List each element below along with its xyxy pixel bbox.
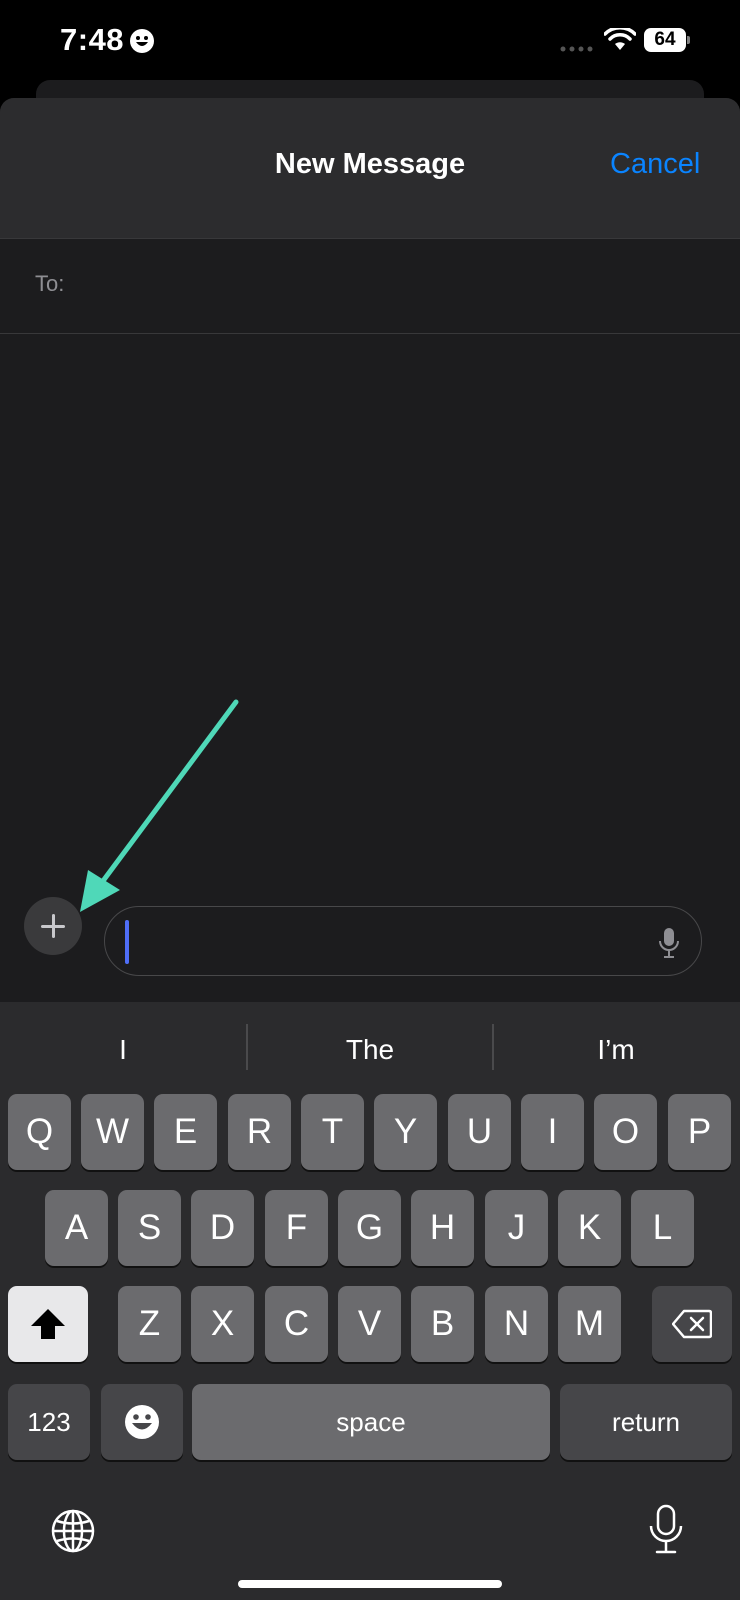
recipient-field[interactable]: To: — [0, 238, 740, 334]
key-s[interactable]: S — [118, 1190, 181, 1266]
key-h[interactable]: H — [411, 1190, 474, 1266]
key-k[interactable]: K — [558, 1190, 621, 1266]
cancel-button[interactable]: Cancel — [610, 148, 700, 181]
key-t[interactable]: T — [301, 1094, 364, 1170]
keyboard: I The I’m Q W E R T Y U I O P A S D F G … — [0, 1002, 740, 1600]
shift-key[interactable] — [8, 1286, 88, 1362]
wifi-icon — [604, 28, 636, 50]
key-p[interactable]: P — [668, 1094, 731, 1170]
battery-level: 64 — [654, 29, 676, 50]
key-d[interactable]: D — [191, 1190, 254, 1266]
key-j[interactable]: J — [485, 1190, 548, 1266]
suggestion-3[interactable]: I’m — [493, 1024, 739, 1084]
key-z[interactable]: Z — [118, 1286, 181, 1362]
return-key[interactable]: return — [560, 1384, 732, 1460]
suggestion-1[interactable]: I — [0, 1024, 246, 1084]
key-l[interactable]: L — [631, 1190, 694, 1266]
to-label: To: — [35, 271, 65, 296]
key-q[interactable]: Q — [8, 1094, 71, 1170]
key-n[interactable]: N — [485, 1286, 548, 1362]
key-u[interactable]: U — [448, 1094, 511, 1170]
dictation-mic-icon[interactable] — [657, 927, 681, 959]
add-attachment-button[interactable] — [24, 897, 82, 955]
cellular-signal-icon — [560, 46, 593, 52]
delete-key[interactable] — [652, 1286, 732, 1362]
key-m[interactable]: M — [558, 1286, 621, 1362]
home-indicator — [238, 1580, 502, 1588]
key-f[interactable]: F — [265, 1190, 328, 1266]
annotation-arrow-icon — [80, 699, 239, 912]
keyboard-dictation-mic-icon[interactable] — [648, 1504, 684, 1556]
suggestion-2[interactable]: The — [247, 1024, 493, 1084]
shift-arrow-icon — [31, 1309, 65, 1339]
globe-icon[interactable] — [50, 1508, 96, 1554]
space-key[interactable]: space — [192, 1384, 550, 1460]
key-c[interactable]: C — [265, 1286, 328, 1362]
key-r[interactable]: R — [228, 1094, 291, 1170]
emoji-icon — [125, 1405, 159, 1439]
battery-indicator: 64 — [644, 28, 690, 52]
key-y[interactable]: Y — [374, 1094, 437, 1170]
key-x[interactable]: X — [191, 1286, 254, 1362]
key-a[interactable]: A — [45, 1190, 108, 1266]
key-g[interactable]: G — [338, 1190, 401, 1266]
smiley-icon — [130, 29, 154, 53]
emoji-key[interactable] — [101, 1384, 183, 1460]
text-caret — [125, 920, 129, 964]
key-i[interactable]: I — [521, 1094, 584, 1170]
key-v[interactable]: V — [338, 1286, 401, 1362]
navigation-bar: New Message Cancel — [0, 98, 740, 238]
status-time: 7:48 — [60, 22, 125, 57]
key-w[interactable]: W — [81, 1094, 144, 1170]
key-e[interactable]: E — [154, 1094, 217, 1170]
backspace-icon — [672, 1309, 712, 1339]
key-b[interactable]: B — [411, 1286, 474, 1362]
numbers-key[interactable]: 123 — [8, 1384, 90, 1460]
message-input[interactable] — [104, 906, 702, 976]
key-o[interactable]: O — [594, 1094, 657, 1170]
